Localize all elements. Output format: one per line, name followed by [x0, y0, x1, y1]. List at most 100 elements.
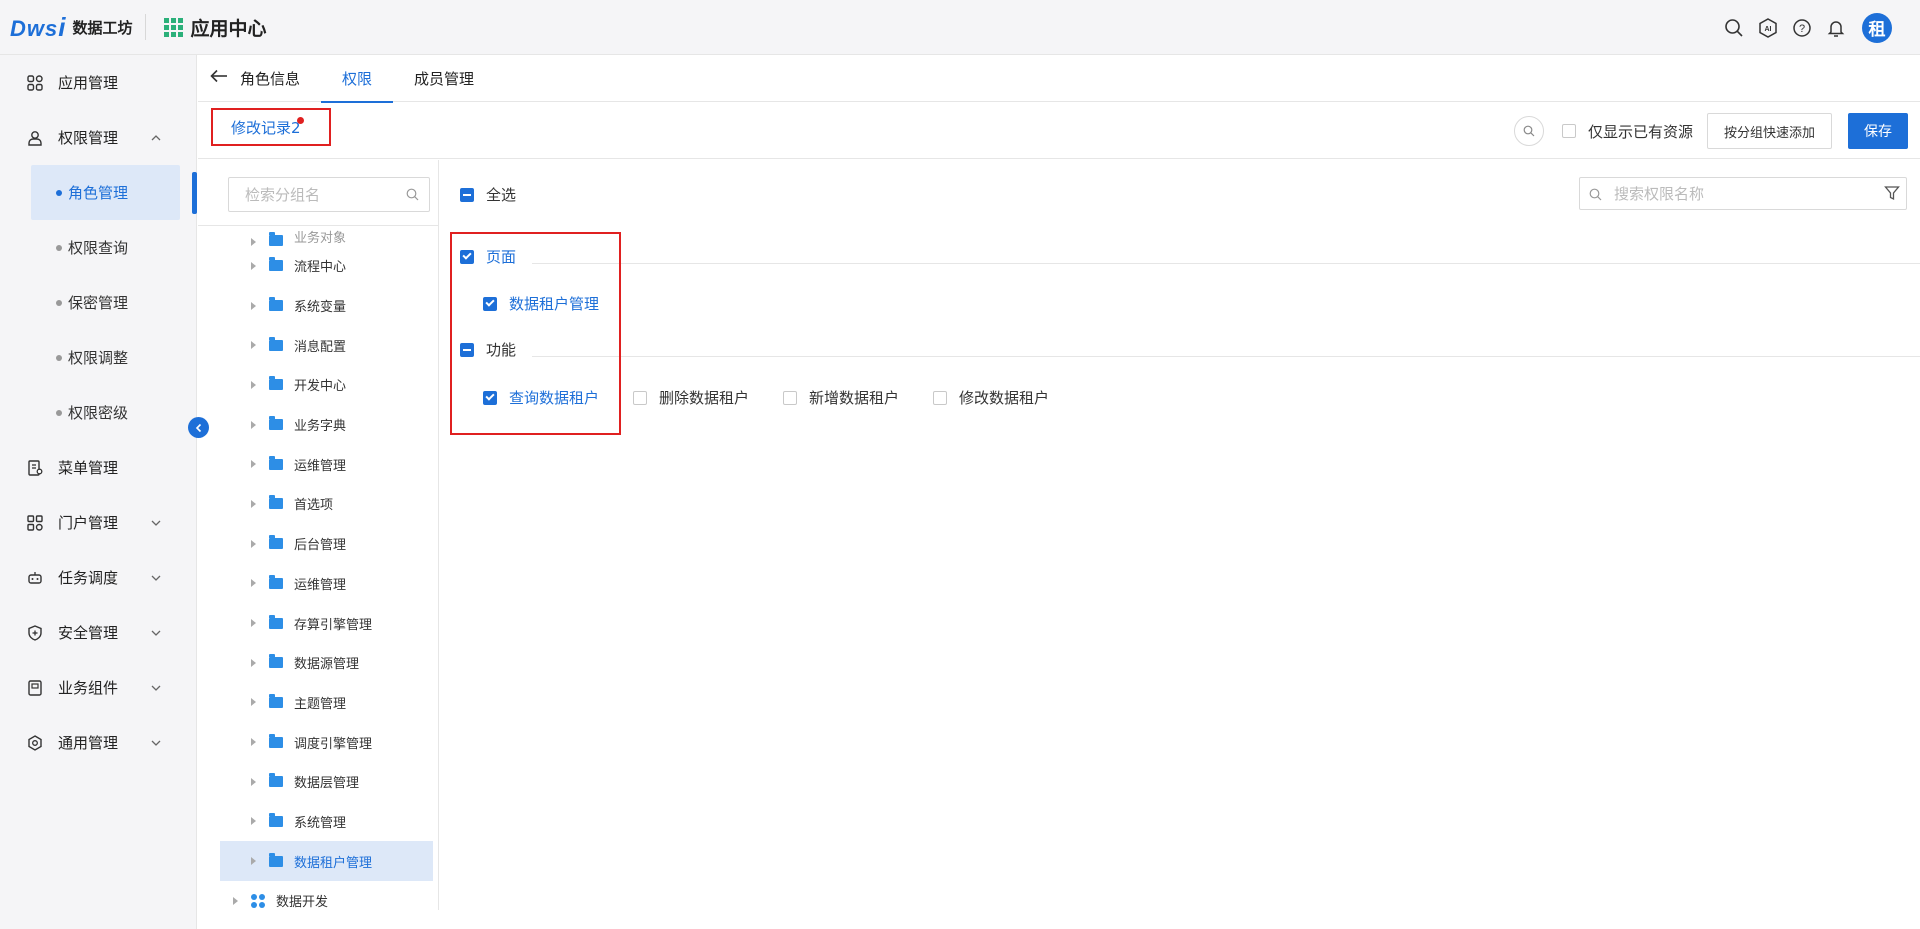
filter-icon[interactable] — [1884, 185, 1900, 205]
apps-icon — [26, 74, 44, 92]
ai-icon[interactable]: AI — [1756, 16, 1780, 40]
tree-node[interactable]: 消息配置 — [198, 325, 438, 365]
bell-icon[interactable] — [1824, 16, 1848, 40]
tree-group-node[interactable]: 数据开发 — [198, 881, 438, 910]
tree-node[interactable]: 首选项 — [198, 484, 438, 524]
top-bar: Dwsi 数据工坊 应用中心 AI ? 租 — [0, 0, 1920, 55]
caret-right-icon — [251, 857, 256, 866]
tree-node[interactable]: 系统管理 — [198, 802, 438, 842]
sidebar-subitem-label: 权限调整 — [68, 349, 129, 367]
sidebar-item-menu-management[interactable]: 菜单管理 — [0, 440, 196, 495]
folder-icon — [269, 535, 283, 550]
caret-right-icon — [251, 301, 256, 310]
tab-permissions[interactable]: 权限 — [321, 55, 394, 103]
chevron-down-icon — [150, 625, 162, 643]
permission-item[interactable]: 删除数据租户 — [633, 387, 749, 408]
sidebar-item-task-scheduling[interactable]: 任务调度 — [0, 550, 196, 605]
chevron-up-icon — [150, 130, 162, 148]
sidebar-subitem-permission-level[interactable]: 权限密级 — [0, 385, 196, 440]
chevron-left-icon — [195, 423, 201, 432]
sidebar-subitem-role-management[interactable]: 角色管理 — [31, 165, 180, 220]
select-all[interactable]: 全选 — [460, 184, 516, 205]
permission-checkbox[interactable] — [783, 390, 798, 405]
tree-node[interactable]: 系统变量 — [198, 286, 438, 326]
permission-checkbox[interactable] — [633, 390, 648, 405]
caret-right-icon — [251, 658, 256, 667]
permission-search-input[interactable]: 搜索权限名称 — [1579, 177, 1907, 210]
save-button[interactable]: 保存 — [1848, 113, 1908, 149]
divider — [198, 225, 438, 226]
tree-node[interactable]: 主题管理 — [198, 683, 438, 723]
folder-icon — [269, 455, 283, 470]
sidebar-subitem-confidential-management[interactable]: 保密管理 — [0, 275, 196, 330]
permission-item[interactable]: 新增数据租户 — [783, 387, 899, 408]
collapse-sidebar-button[interactable] — [188, 417, 209, 438]
permission-item[interactable]: 修改数据租户 — [933, 387, 1049, 408]
tree-node[interactable]: 业务对象 — [198, 224, 438, 246]
chevron-down-icon — [150, 680, 162, 698]
sidebar-subitem-label: 保密管理 — [68, 294, 129, 312]
active-indicator — [192, 172, 197, 214]
tree-node[interactable]: 数据源管理 — [198, 643, 438, 683]
only-existing-label: 仅显示已有资源 — [1587, 122, 1693, 141]
top-actions: AI ? 租 — [1712, 0, 1892, 55]
permission-checkbox[interactable] — [933, 390, 948, 405]
select-all-label: 全选 — [486, 186, 517, 204]
quick-add-by-group-button[interactable]: 按分组快速添加 — [1706, 113, 1832, 149]
back-arrow-icon[interactable] — [210, 69, 230, 87]
search-icon[interactable] — [1513, 116, 1544, 146]
sidebar-subitem-permission-adjust[interactable]: 权限调整 — [0, 330, 196, 385]
divider — [144, 14, 146, 40]
bullet-icon — [56, 190, 62, 196]
chevron-down-icon — [150, 735, 162, 753]
sidebar-subitem-label: 权限密级 — [68, 404, 129, 422]
folder-icon — [269, 614, 283, 629]
caret-right-icon — [251, 579, 256, 588]
sidebar-item-permission-management[interactable]: 权限管理 — [0, 110, 196, 165]
app-center-button[interactable]: 应用中心 — [163, 14, 267, 41]
help-icon[interactable]: ? — [1790, 16, 1814, 40]
caret-right-icon — [251, 238, 256, 246]
sidebar-item-general-management[interactable]: 通用管理 — [0, 715, 196, 770]
caret-right-icon — [251, 380, 256, 389]
sidebar-item-label: 菜单管理 — [58, 459, 119, 477]
folder-icon — [269, 812, 283, 827]
sidebar-item-app-management[interactable]: 应用管理 — [0, 55, 196, 110]
caret-right-icon — [251, 777, 256, 786]
user-lock-icon — [26, 129, 44, 147]
modification-record-link[interactable]: 修改记录2 — [211, 108, 331, 146]
logo-mark: Dwsi — [10, 11, 67, 42]
search-icon[interactable] — [1722, 16, 1746, 40]
only-existing-checkbox[interactable] — [1561, 124, 1576, 138]
tree-node[interactable]: 调度引擎管理 — [198, 722, 438, 762]
tree-node-selected[interactable]: 数据租户管理 — [220, 841, 433, 881]
tree-node[interactable]: 运维管理 — [198, 444, 438, 484]
select-all-checkbox[interactable] — [460, 187, 474, 202]
sidebar-item-business-components[interactable]: 业务组件 — [0, 660, 196, 715]
tree-node[interactable]: 运维管理 — [198, 564, 438, 604]
tree-node[interactable]: 数据层管理 — [198, 762, 438, 802]
tree-node[interactable]: 流程中心 — [198, 246, 438, 286]
avatar[interactable]: 租 — [1862, 12, 1892, 43]
folder-icon — [269, 416, 283, 431]
sidebar-item-portal-management[interactable]: 门户管理 — [0, 495, 196, 550]
tree-node[interactable]: 业务字典 — [198, 405, 438, 445]
sidebar-item-label: 应用管理 — [58, 74, 119, 92]
caret-right-icon — [251, 341, 256, 350]
tree-node[interactable]: 存算引擎管理 — [198, 603, 438, 643]
logo[interactable]: Dwsi 数据工坊 — [10, 0, 133, 55]
folder-icon — [269, 654, 283, 669]
group-icon — [251, 893, 265, 908]
sidebar-item-security-management[interactable]: 安全管理 — [0, 605, 196, 660]
app-center-title: 应用中心 — [190, 17, 267, 40]
component-icon — [26, 679, 44, 697]
divider — [532, 356, 1920, 357]
tree-list: 业务对象 流程中心 系统变量 消息配置 开发中心 业务字典 运维管理 首选项 后… — [198, 224, 438, 910]
folder-icon — [269, 574, 283, 589]
tree-node[interactable]: 后台管理 — [198, 524, 438, 564]
tree-node[interactable]: 开发中心 — [198, 365, 438, 405]
sidebar-subitem-permission-query[interactable]: 权限查询 — [0, 220, 196, 275]
tab-role-info[interactable]: 角色信息 — [230, 55, 321, 102]
group-search-input[interactable]: 检索分组名 — [228, 177, 430, 212]
tab-member-management[interactable]: 成员管理 — [393, 55, 495, 102]
